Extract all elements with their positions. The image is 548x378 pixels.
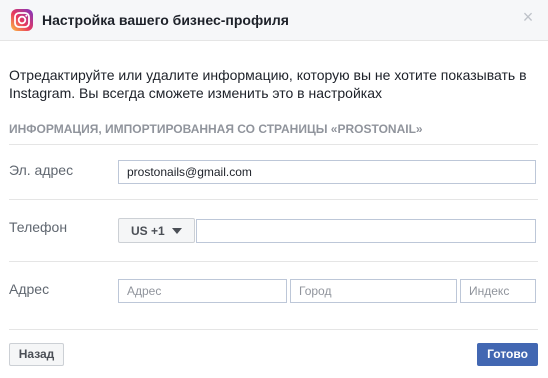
business-profile-dialog: Настройка вашего бизнес-профиля × Отреда… <box>0 0 548 378</box>
country-code-label: US +1 <box>131 224 165 238</box>
instagram-icon <box>10 8 34 32</box>
dialog-header: Настройка вашего бизнес-профиля × <box>0 0 548 41</box>
phone-label: Телефон <box>9 219 68 235</box>
country-code-dropdown[interactable]: US +1 <box>118 218 195 243</box>
divider <box>9 329 538 330</box>
done-button[interactable]: Готово <box>477 343 538 366</box>
close-icon[interactable]: × <box>521 8 535 26</box>
phone-field[interactable] <box>196 219 536 243</box>
chevron-down-icon <box>172 228 182 234</box>
dialog-title: Настройка вашего бизнес-профиля <box>42 12 289 28</box>
address-label: Адрес <box>9 281 50 297</box>
email-field[interactable] <box>118 160 536 184</box>
divider <box>9 261 538 262</box>
intro-text: Отредактируйте или удалите информацию, к… <box>9 67 527 101</box>
zip-field[interactable] <box>460 279 536 303</box>
divider <box>9 199 538 200</box>
divider <box>9 144 538 145</box>
city-field[interactable] <box>290 279 457 303</box>
back-button[interactable]: Назад <box>9 343 64 366</box>
email-label: Эл. адрес <box>9 162 74 178</box>
section-title: ИНФОРМАЦИЯ, ИМПОРТИРОВАННАЯ СО СТРАНИЦЫ … <box>9 122 423 136</box>
street-address-field[interactable] <box>118 279 287 303</box>
